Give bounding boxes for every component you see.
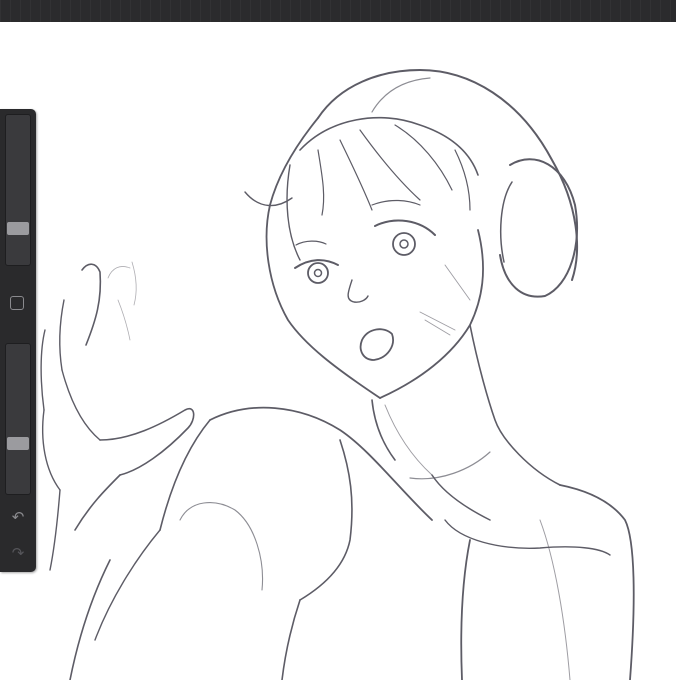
square-icon[interactable] bbox=[10, 296, 24, 310]
undo-icon[interactable]: ↶ bbox=[8, 507, 28, 527]
top-toolbar bbox=[0, 0, 676, 23]
opacity-thumb[interactable] bbox=[7, 437, 29, 450]
brush-size-slider[interactable] bbox=[5, 114, 31, 266]
opacity-slider[interactable] bbox=[5, 343, 31, 495]
brush-size-thumb[interactable] bbox=[7, 222, 29, 235]
drawing-canvas[interactable] bbox=[0, 22, 676, 680]
sketch-artwork bbox=[40, 69, 635, 680]
brush-sidebar: ↶ ↷ bbox=[0, 109, 36, 572]
redo-icon[interactable]: ↷ bbox=[8, 543, 28, 563]
